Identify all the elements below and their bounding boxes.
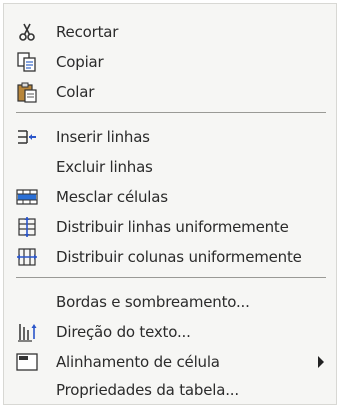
menu-item-propriedades-tabela[interactable]: Propriedades da tabela... — [12, 375, 328, 405]
menu-item-label: Excluir linhas — [56, 158, 153, 176]
menu-item-label: Copiar — [56, 53, 104, 71]
menu-item-alinhamento-celula[interactable]: Alinhamento de célula — [12, 347, 328, 377]
scissors-icon — [19, 23, 35, 41]
insert-rows-icon — [18, 130, 36, 144]
menu-item-label: Direção do texto... — [56, 323, 191, 341]
menu-item-bordas-sombreamento[interactable]: Bordas e sombreamento... — [12, 287, 328, 317]
menu-item-distribuir-linhas[interactable]: Distribuir linhas uniformemente — [12, 212, 328, 242]
paste-icon — [17, 82, 37, 103]
menu-item-recortar[interactable]: Recortar — [12, 17, 328, 47]
menu-item-label: Bordas e sombreamento... — [56, 293, 250, 311]
menu-item-mesclar-celulas[interactable]: Mesclar células — [12, 182, 328, 212]
menu-item-distribuir-colunas[interactable]: Distribuir colunas uniformemente — [12, 242, 328, 272]
distribute-columns-icon — [17, 248, 37, 266]
text-direction-icon — [18, 324, 37, 342]
menu-item-label: Inserir linhas — [56, 128, 150, 146]
menu-item-label: Distribuir colunas uniformemente — [56, 248, 302, 266]
menu-item-label: Propriedades da tabela... — [56, 381, 239, 399]
copy-icon — [17, 52, 36, 72]
menu-item-inserir-linhas[interactable]: Inserir linhas — [12, 122, 328, 152]
menu-item-excluir-linhas[interactable]: Excluir linhas — [12, 152, 328, 182]
menu-separator — [16, 112, 326, 113]
cell-alignment-icon — [16, 353, 38, 371]
menu-item-label: Distribuir linhas uniformemente — [56, 218, 289, 236]
menu-item-label: Colar — [56, 83, 95, 101]
menu-item-label: Mesclar células — [56, 188, 168, 206]
menu-separator — [16, 277, 326, 278]
menu-item-direcao-texto[interactable]: Direção do texto... — [12, 317, 328, 347]
menu-item-label: Alinhamento de célula — [56, 353, 220, 371]
menu-item-label: Recortar — [56, 23, 119, 41]
table-context-menu: Recortar Copiar Colar Inserir linhas Exc… — [3, 3, 337, 405]
submenu-arrow-icon — [318, 356, 324, 368]
merge-cells-icon — [16, 189, 38, 205]
menu-item-copiar[interactable]: Copiar — [12, 47, 328, 77]
menu-item-colar[interactable]: Colar — [12, 77, 328, 107]
distribute-rows-icon — [18, 217, 36, 237]
